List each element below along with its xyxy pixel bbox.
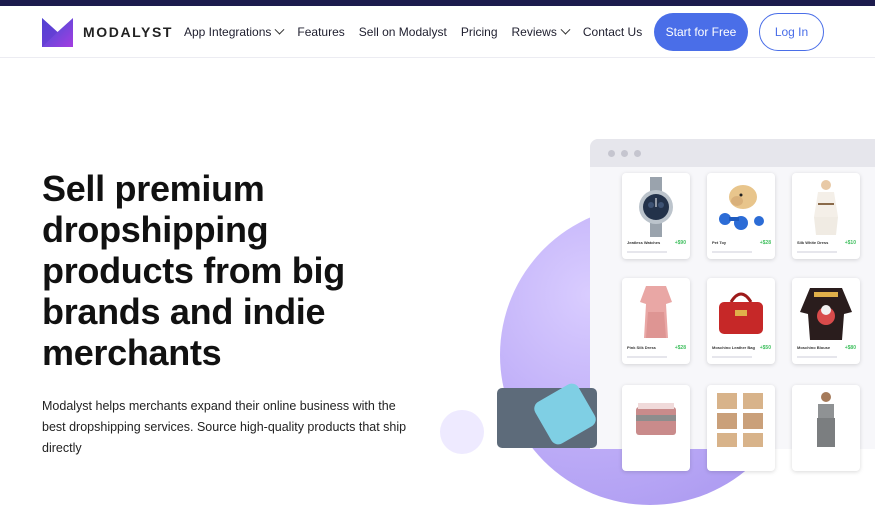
product-meta-line xyxy=(627,251,667,253)
chevron-down-icon xyxy=(274,24,285,35)
gift-box-image xyxy=(636,403,676,435)
product-card[interactable]: Pink Silk Dress +$28 xyxy=(622,278,690,364)
watch-image xyxy=(639,177,673,237)
window-dot-icon xyxy=(621,149,628,157)
product-name: Pet Toy xyxy=(712,240,727,245)
nav-app-integrations[interactable]: App Integrations xyxy=(184,24,285,39)
product-meta-line xyxy=(627,356,667,358)
nav-item-label: Contact Us xyxy=(582,25,643,39)
modalyst-logo-icon xyxy=(42,18,73,47)
product-name: Jeatless Watches xyxy=(627,240,661,245)
hero-title: Sell premium dropshipping products from … xyxy=(42,168,345,373)
nav-reviews[interactable]: Reviews xyxy=(511,24,571,39)
product-browser-mockup: Jeatless Watches +$90 Pet Toy +$28 Silk … xyxy=(590,139,875,471)
nav-sell-on-modalyst[interactable]: Sell on Modalyst xyxy=(359,25,447,39)
product-price: +$28 xyxy=(759,240,771,246)
product-card[interactable] xyxy=(792,385,860,471)
product-meta-line xyxy=(797,251,837,253)
product-name: Moschino Blouse xyxy=(797,345,831,350)
main-menu: App Integrations Features Sell on Modaly… xyxy=(184,24,656,39)
product-meta-line xyxy=(712,251,752,253)
product-card[interactable]: Pet Toy +$28 xyxy=(707,173,775,259)
nav-contact-us[interactable]: Contact Us xyxy=(583,25,642,39)
window-dot-icon xyxy=(608,149,615,157)
navbar: MODALYST App Integrations Features Sell … xyxy=(0,6,875,58)
dog-toy-image xyxy=(719,185,764,230)
start-for-free-button[interactable]: Start for Free xyxy=(654,13,748,51)
product-price: +$28 xyxy=(674,345,686,351)
nav-item-label: Pricing xyxy=(460,25,498,39)
product-price: +$50 xyxy=(759,345,771,351)
nav-features[interactable]: Features xyxy=(297,25,344,39)
product-price: +$90 xyxy=(674,240,686,246)
pink-dress-image xyxy=(640,286,672,338)
red-bag-image xyxy=(719,292,763,334)
nav-pricing[interactable]: Pricing xyxy=(461,25,498,39)
nav-item-label: App Integrations xyxy=(184,25,272,39)
product-card[interactable]: Jeatless Watches +$90 xyxy=(622,173,690,259)
product-name: Pink Silk Dress xyxy=(627,345,656,350)
product-card[interactable]: Moschino Blouse +$80 xyxy=(792,278,860,364)
blouse-image xyxy=(800,288,852,340)
chevron-down-icon xyxy=(560,24,571,35)
product-card[interactable] xyxy=(707,385,775,471)
brand-name: MODALYST xyxy=(83,23,174,40)
product-card[interactable]: Silk White Dress +$10 xyxy=(792,173,860,259)
product-meta-line xyxy=(712,356,752,358)
nav-item-label: Sell on Modalyst xyxy=(358,25,447,39)
decorative-circle xyxy=(440,410,484,454)
hero-description: Modalyst helps merchants expand their on… xyxy=(42,399,407,455)
browser-titlebar xyxy=(590,139,875,167)
log-in-button[interactable]: Log In xyxy=(759,13,824,51)
product-name: Silk White Dress xyxy=(797,240,829,245)
product-meta-line xyxy=(797,356,837,358)
window-dot-icon xyxy=(634,149,641,157)
jewelry-cards-image xyxy=(717,393,763,447)
product-card[interactable] xyxy=(622,385,690,471)
logo[interactable]: MODALYST xyxy=(42,16,173,47)
nav-item-label: Reviews xyxy=(511,25,557,39)
nav-item-label: Features xyxy=(297,25,345,39)
product-name: Moschino Leather Bag xyxy=(712,345,755,350)
white-dress-image xyxy=(814,180,838,235)
product-price: +$80 xyxy=(844,345,856,351)
activewear-image xyxy=(817,392,835,447)
product-price: +$10 xyxy=(844,240,856,246)
product-card[interactable]: Moschino Leather Bag +$50 xyxy=(707,278,775,364)
